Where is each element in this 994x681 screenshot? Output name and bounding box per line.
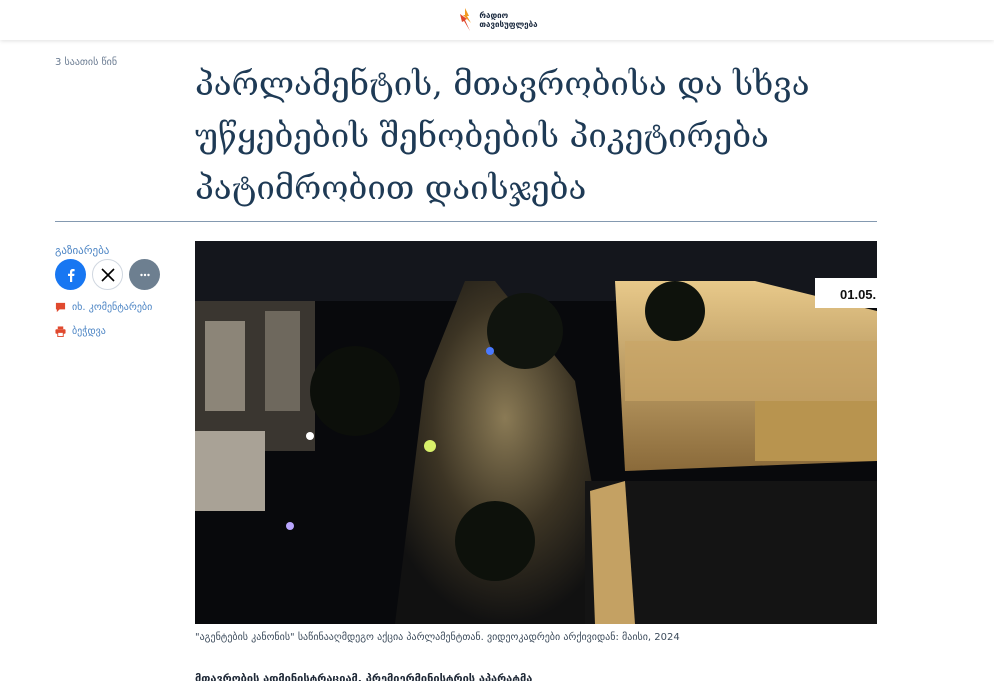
article-headline: პარლამენტის, მთავრობისა და სხვა უწყებები… bbox=[195, 64, 810, 207]
share-facebook-button[interactable] bbox=[55, 259, 86, 290]
article-timestamp: 3 საათის წინ bbox=[55, 57, 118, 68]
article-lead-text: მთავრობის ადმინისტრაციამ, პრემიერმინისტრ… bbox=[195, 672, 533, 681]
logo-line-1: რადიო bbox=[479, 11, 509, 20]
view-comments-label: იხ. კომენტარები bbox=[72, 302, 153, 313]
share-more-button[interactable] bbox=[129, 259, 160, 290]
comment-icon bbox=[55, 302, 66, 313]
site-logo[interactable]: რადიო თავისუფლება bbox=[456, 7, 538, 33]
print-link[interactable]: ბეჭდვა bbox=[55, 326, 106, 337]
video-caption: "აგენტების კანონის" საწინააღმდეგო აქცია … bbox=[195, 632, 680, 643]
print-icon bbox=[55, 326, 66, 337]
headline-divider bbox=[55, 221, 877, 222]
more-icon bbox=[139, 273, 150, 276]
protest-aerial-video-frame: 01.05. bbox=[195, 241, 877, 624]
print-label: ბეჭდვა bbox=[72, 326, 106, 337]
x-icon bbox=[100, 267, 115, 282]
video-player[interactable]: 01.05. bbox=[195, 241, 877, 624]
share-buttons bbox=[55, 259, 160, 290]
logo-text: რადიო თავისუფლება bbox=[479, 11, 537, 29]
video-date-overlay: 01.05. bbox=[840, 287, 876, 302]
top-bar: რადიო თავისუფლება bbox=[0, 0, 994, 40]
facebook-icon bbox=[67, 268, 75, 282]
logo-line-2: თავისუფლება bbox=[479, 20, 538, 29]
view-comments-link[interactable]: იხ. კომენტარები bbox=[55, 302, 152, 313]
share-x-button[interactable] bbox=[92, 259, 123, 290]
torch-logo-icon bbox=[460, 8, 472, 31]
share-label: გაზიარება bbox=[55, 244, 110, 257]
